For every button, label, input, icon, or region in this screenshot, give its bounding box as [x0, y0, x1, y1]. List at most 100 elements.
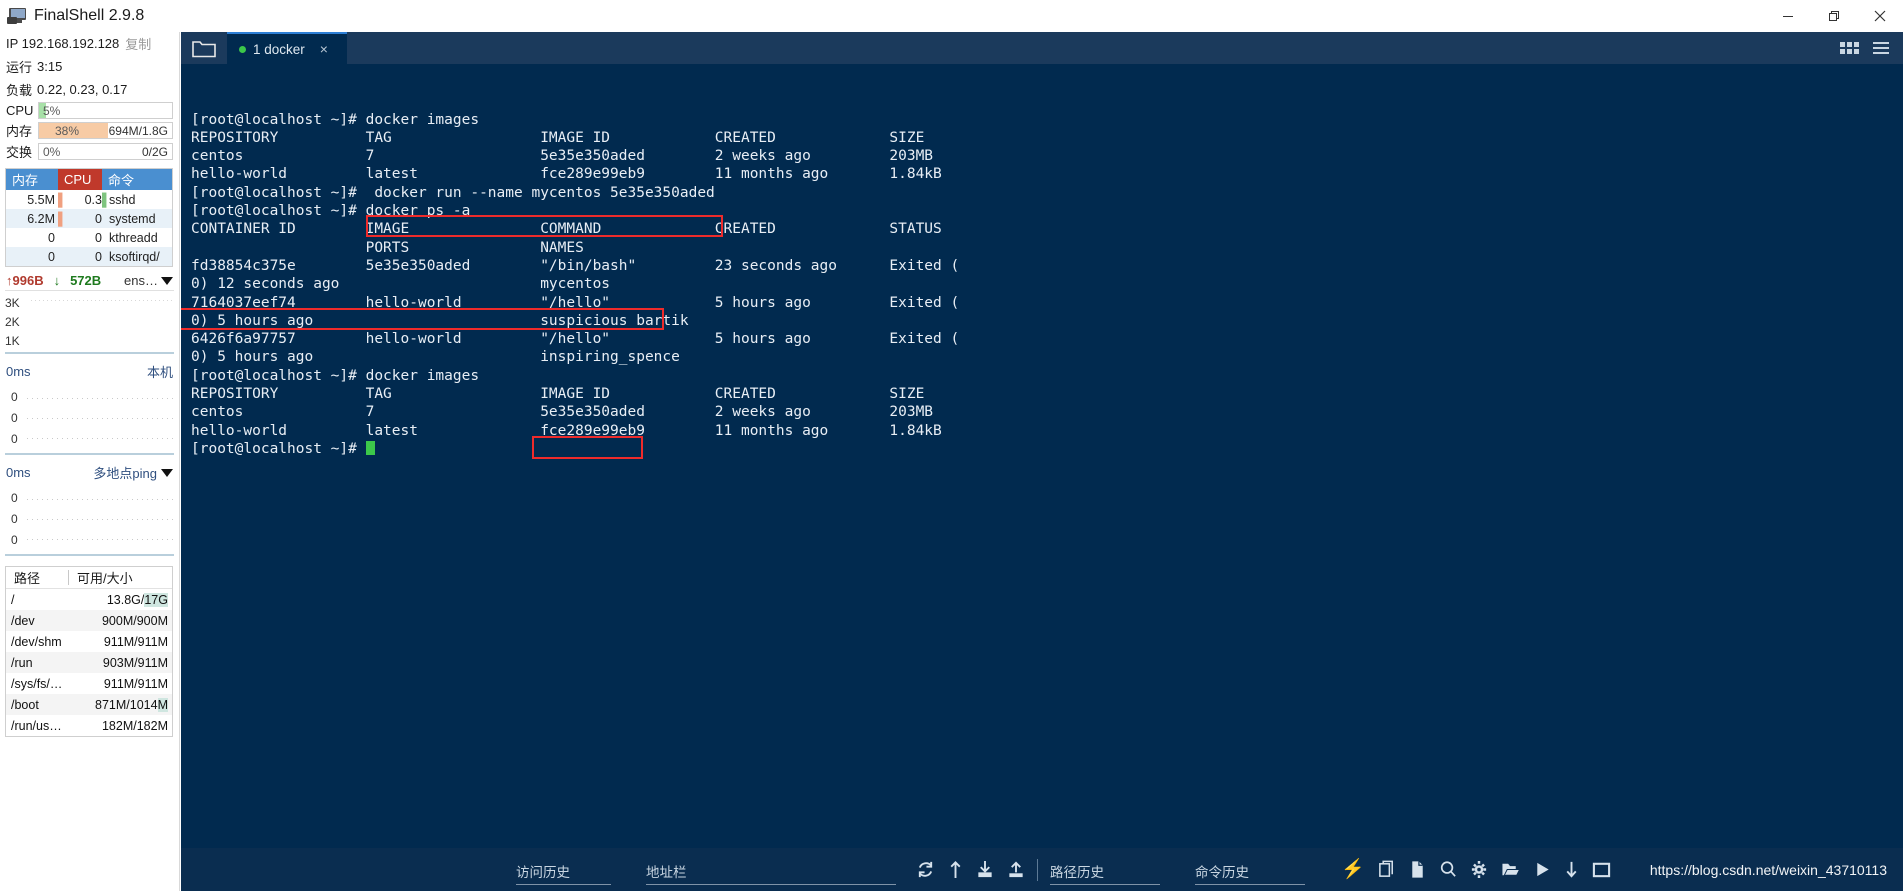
swap-meter-amount: 0/2G — [141, 145, 168, 159]
local-ping-plot — [27, 383, 174, 453]
disk-path: /run — [11, 655, 33, 670]
gear-icon[interactable] — [1470, 860, 1488, 879]
hamburger-menu-icon[interactable] — [1873, 42, 1889, 54]
multi-ping-label: 多地点ping — [93, 466, 157, 481]
local-ping-axis: 0 0 0 — [5, 383, 27, 453]
table-row[interactable]: /dev 900M/900M — [6, 610, 172, 631]
play-icon[interactable] — [1534, 860, 1551, 879]
process-memory: 6.2M — [27, 211, 55, 226]
table-row[interactable]: /run 903M/911M — [6, 652, 172, 673]
multi-ping-latency: 0ms — [6, 465, 31, 480]
disk-path: /run/us… — [11, 718, 62, 733]
process-table: 内存 CPU 命令 5.5M ▌ 0.3 ▌ sshd 6.2M ▌ 0 sys… — [5, 168, 173, 267]
terminal-line: [root@localhost ~]# docker images — [191, 111, 480, 128]
multi-ping-header: 0ms 多地点ping — [0, 455, 179, 484]
close-button[interactable] — [1857, 0, 1903, 32]
copy-link[interactable]: 复制 — [125, 34, 151, 53]
disk-path: / — [11, 592, 15, 607]
download-file-icon[interactable] — [976, 860, 994, 879]
network-axis-tick: 1K — [5, 333, 20, 348]
table-row[interactable]: 0 0 kthreadd — [6, 228, 172, 247]
process-col-command[interactable]: 命令 — [102, 169, 172, 190]
path-history-label: 路径历史 — [1050, 864, 1104, 880]
tab-bar-actions — [1840, 32, 1903, 64]
address-bar-field[interactable]: 地址栏 — [646, 855, 896, 885]
uptime-value: 3:15 — [37, 59, 63, 74]
process-col-memory[interactable]: 内存 — [6, 169, 58, 190]
paste-icon[interactable] — [1409, 860, 1426, 879]
command-history-field[interactable]: 命令历史 — [1195, 855, 1305, 885]
terminal-line: 0) 12 seconds ago mycentos — [191, 276, 611, 293]
folder-icon[interactable] — [181, 32, 227, 64]
terminal-line: fd38854c375e 5e35e350aded "/bin/bash" 23… — [191, 257, 960, 274]
memory-meter-label: 内存 — [6, 124, 33, 139]
window-icon[interactable] — [1592, 860, 1611, 879]
restore-button[interactable] — [1811, 0, 1857, 32]
table-row[interactable]: /sys/fs/… 911M/911M — [6, 673, 172, 694]
down-arrow-icon[interactable] — [1564, 860, 1579, 879]
table-row[interactable]: /run/us… 182M/182M — [6, 715, 172, 736]
memory-meter-row: 内存 38% 694M/1.8G — [0, 120, 179, 141]
uptime-label: 运行 — [6, 60, 33, 75]
terminal-line: REPOSITORY TAG IMAGE ID CREATED SIZE — [191, 129, 925, 146]
watermark-url: https://blog.csdn.net/weixin_43710113 — [1649, 861, 1887, 878]
ping-axis-tick: 0 — [11, 511, 18, 526]
network-axis-tick: 3K — [5, 295, 20, 310]
table-row[interactable]: 0 0 ksoftirqd/ — [6, 247, 172, 266]
local-ping-latency: 0ms — [6, 364, 31, 379]
terminal-cursor — [365, 440, 375, 455]
ip-row: IP 192.168.192.128 复制 — [0, 32, 179, 55]
terminal-line: 0) 5 hours ago inspiring_spence — [191, 349, 680, 366]
table-row[interactable]: /boot 871M/1014M — [6, 694, 172, 715]
network-traffic-graph: 3K 2K 1K — [5, 290, 174, 354]
download-arrow-icon: ↓ — [53, 273, 61, 288]
process-cpu: 0 — [95, 249, 102, 264]
disk-col-path: 路径 — [14, 571, 41, 586]
memory-meter-amount: 694M/1.8G — [108, 124, 168, 138]
table-row[interactable]: 6.2M ▌ 0 systemd — [6, 209, 172, 228]
terminal-line: 0) 5 hours ago suspicious_bartik — [191, 312, 689, 329]
local-ping-label[interactable]: 本机 — [147, 362, 173, 381]
process-cpu: 0 — [95, 230, 102, 245]
multi-ping-select[interactable]: 多地点ping — [93, 463, 173, 482]
network-graph-plot — [31, 291, 174, 352]
copy-icon[interactable] — [1378, 860, 1396, 879]
disk-path: /boot — [11, 697, 39, 712]
network-interface-select[interactable]: ens… — [124, 273, 173, 288]
disk-value: 182M/182M — [101, 718, 168, 733]
table-row[interactable]: / 13.8G/17G — [6, 589, 172, 610]
tab-docker[interactable]: 1 docker × — [227, 32, 347, 64]
terminal-line: 6426f6a97757 hello-world "/hello" 5 hour… — [191, 331, 960, 348]
swap-meter-label: 交换 — [6, 145, 33, 160]
process-command: ksoftirqd/ — [109, 249, 160, 264]
ip-label: IP 192.168.192.128 — [6, 36, 120, 51]
search-icon[interactable] — [1439, 860, 1457, 879]
lightning-icon[interactable]: ⚡ — [1341, 860, 1365, 879]
disk-value: 903M/911M — [102, 655, 168, 670]
process-cpu: 0.3 — [84, 192, 102, 207]
table-row[interactable]: 5.5M ▌ 0.3 ▌ sshd — [6, 190, 172, 209]
close-icon[interactable]: × — [320, 42, 328, 56]
process-col-cpu[interactable]: CPU — [58, 169, 102, 190]
multi-ping-graph: 0 0 0 — [5, 484, 174, 556]
tab-label: 1 docker — [253, 41, 305, 57]
process-memory: 0 — [48, 249, 55, 264]
upload-file-icon[interactable] — [1007, 860, 1025, 879]
path-history-field[interactable]: 路径历史 — [1050, 855, 1160, 885]
folder-open-icon[interactable] — [1501, 860, 1521, 879]
refresh-icon[interactable] — [916, 860, 935, 879]
table-row[interactable]: /dev/shm 911M/911M — [6, 631, 172, 652]
minimize-button[interactable] — [1765, 0, 1811, 32]
upload-arrow-icon[interactable] — [948, 860, 963, 879]
grid-view-icon[interactable] — [1840, 42, 1859, 54]
terminal-output[interactable]: [root@localhost ~]# docker images REPOSIT… — [181, 64, 1903, 848]
visit-history-field[interactable]: 访问历史 — [516, 855, 611, 885]
multi-ping-axis: 0 0 0 — [5, 484, 27, 554]
cpu-meter-row: CPU 5% — [0, 101, 179, 120]
chevron-down-icon — [161, 276, 173, 285]
process-command: sshd — [109, 192, 136, 207]
process-command: systemd — [109, 211, 156, 226]
terminal-line: CONTAINER ID IMAGE COMMAND CREATED STATU… — [191, 221, 942, 238]
window-controls — [1765, 0, 1903, 32]
disk-path: /dev — [11, 613, 35, 628]
